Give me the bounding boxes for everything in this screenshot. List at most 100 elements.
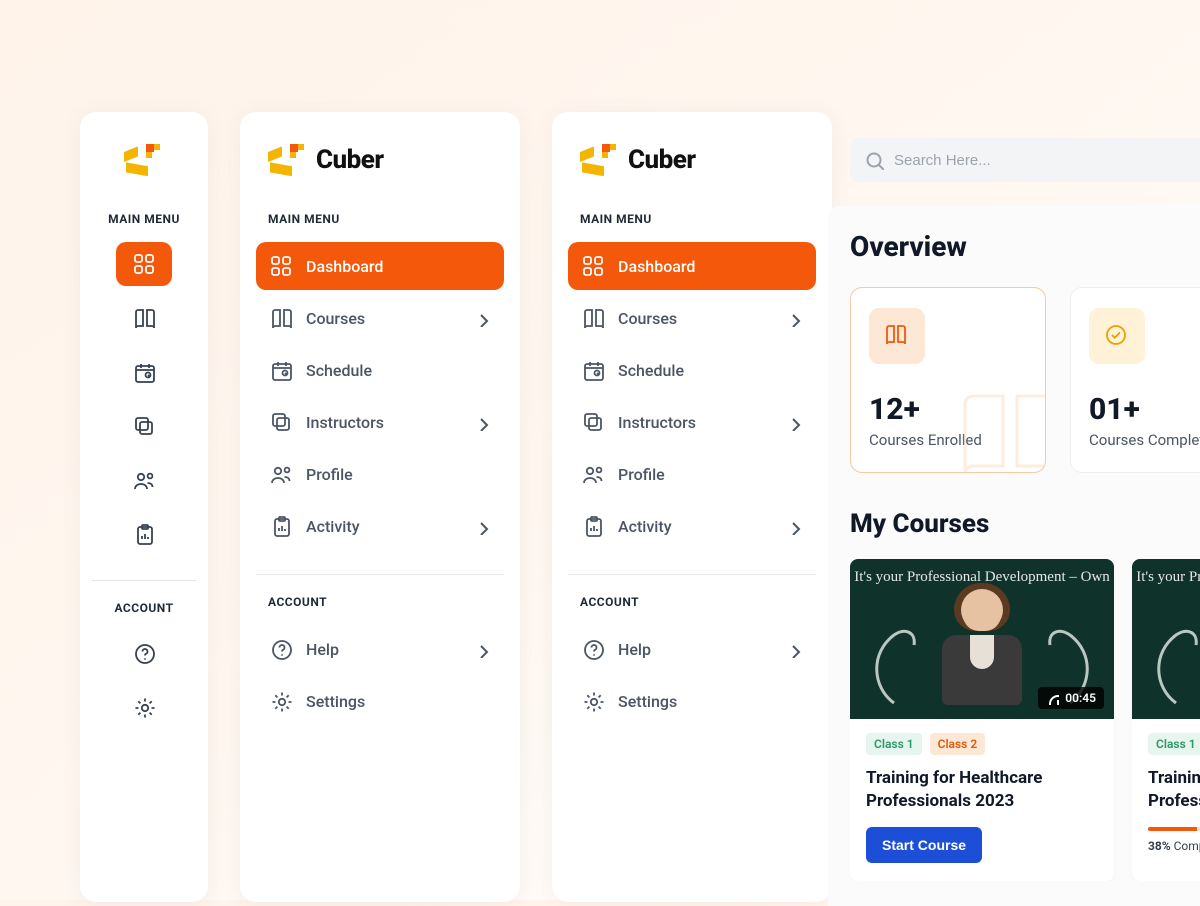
course-title: Training for Healthcare Professionals 20…	[1148, 767, 1200, 813]
sidebar-item-label: Instructors	[618, 413, 784, 432]
sidebar-item-activity[interactable]: Activity	[256, 502, 504, 550]
clip-icon	[582, 515, 604, 537]
book-decor-icon	[955, 390, 1046, 473]
sidebar-item-activity[interactable]	[116, 512, 172, 556]
logo-mark-icon	[580, 144, 620, 176]
course-title: Training for Healthcare Professionals 20…	[866, 767, 1098, 813]
duration-text: 00:45	[1065, 691, 1096, 705]
stat-card-enrolled[interactable]: 12+ Courses Enrolled	[850, 287, 1046, 473]
copy-icon	[270, 411, 292, 433]
sidebar-item-help[interactable]	[116, 631, 172, 675]
logo-mark-icon	[268, 144, 308, 176]
sidebar-item-instructors[interactable]	[116, 404, 172, 448]
check-circle-icon	[1089, 308, 1145, 364]
sidebar-item-schedule[interactable]: Schedule	[568, 346, 816, 394]
clip-icon	[270, 515, 292, 537]
clock-icon	[1046, 692, 1059, 705]
logo-mark-icon	[124, 144, 164, 176]
sidebar-collapsed: MAIN MENU ACCOUNT	[80, 112, 208, 902]
chevron-right-icon	[472, 413, 490, 431]
progress-suffix: Completed	[1171, 839, 1200, 853]
stat-card-completed[interactable]: 01+ Courses Completed	[1070, 287, 1200, 473]
my-courses-heading: My Courses	[850, 509, 1200, 539]
sidebar-item-profile[interactable]: Profile	[568, 450, 816, 498]
sidebar-item-dashboard[interactable]: Dashboard	[256, 242, 504, 290]
sidebar-item-label: Activity	[618, 517, 784, 536]
progress-percent: 38%	[1148, 839, 1171, 853]
main-menu-label: MAIN MENU	[268, 212, 504, 226]
brand-name: Cuber	[316, 145, 384, 175]
chevron-right-icon	[784, 309, 802, 327]
copy-icon	[582, 411, 604, 433]
course-progress: 38% Completed	[1148, 827, 1200, 853]
sidebar-item-help[interactable]: Help	[568, 625, 816, 673]
teacher-illustration	[932, 579, 1032, 719]
users-icon	[270, 463, 292, 485]
chevron-right-icon	[784, 517, 802, 535]
sidebar-item-label: Courses	[306, 309, 472, 328]
users-icon	[582, 463, 604, 485]
chevron-right-icon	[784, 413, 802, 431]
course-card[interactable]: It's your Professional Development – Own…	[850, 559, 1114, 881]
sidebar-item-label: Schedule	[618, 361, 802, 380]
chevron-right-icon	[472, 517, 490, 535]
sidebar-item-label: Courses	[618, 309, 784, 328]
account-label: ACCOUNT	[580, 595, 816, 609]
sidebar-item-label: Dashboard	[618, 257, 802, 276]
sidebar-item-label: Settings	[306, 692, 490, 711]
sidebar-item-help[interactable]: Help	[256, 625, 504, 673]
divider	[568, 574, 816, 575]
sidebar-item-settings[interactable]: Settings	[568, 677, 816, 725]
sidebar-item-label: Profile	[618, 465, 802, 484]
gear-icon	[270, 690, 292, 712]
chevron-right-icon	[784, 640, 802, 658]
grid-icon	[582, 255, 604, 277]
sidebar-item-label: Settings	[618, 692, 802, 711]
sidebar-item-courses[interactable]: Courses	[568, 294, 816, 342]
sidebar-item-instructors[interactable]: Instructors	[256, 398, 504, 446]
sidebar-item-label: Activity	[306, 517, 472, 536]
course-card[interactable]: It's your Professional Development – Own…	[1132, 559, 1200, 881]
stat-value: 01+	[1089, 392, 1200, 427]
sidebar-item-courses[interactable]: Courses	[256, 294, 504, 342]
help-icon	[270, 638, 292, 660]
sidebar-item-profile[interactable]: Profile	[256, 450, 504, 498]
sidebar-item-schedule[interactable]: Schedule	[256, 346, 504, 394]
search-input[interactable]	[894, 152, 1200, 169]
divider	[92, 580, 196, 581]
sidebar-item-label: Help	[618, 640, 784, 659]
sidebar-item-settings[interactable]	[116, 685, 172, 729]
sidebar-item-settings[interactable]: Settings	[256, 677, 504, 725]
gear-icon	[582, 690, 604, 712]
sidebar-item-activity[interactable]: Activity	[568, 502, 816, 550]
sidebar-item-dashboard[interactable]: Dashboard	[568, 242, 816, 290]
grid-icon	[270, 255, 292, 277]
stat-label: Courses Completed	[1089, 431, 1200, 449]
book-icon	[270, 307, 292, 329]
sidebar-expanded-2: Cuber MAIN MENU DashboardCoursesSchedule…	[552, 112, 832, 902]
book-icon	[582, 307, 604, 329]
sidebar-item-profile[interactable]	[116, 458, 172, 502]
divider	[256, 574, 504, 575]
chalkboard-text: It's your Professional Development – Own…	[1132, 569, 1200, 603]
sidebar-item-instructors[interactable]: Instructors	[568, 398, 816, 446]
brand-logo	[92, 144, 196, 176]
sidebar-item-label: Instructors	[306, 413, 472, 432]
sidebar-item-label: Dashboard	[306, 257, 490, 276]
book-icon	[869, 308, 925, 364]
sidebar-expanded-1: Cuber MAIN MENU Dashboard Courses Schedule…	[240, 112, 520, 902]
course-thumbnail: It's your Professional Development – Own…	[850, 559, 1114, 719]
chevron-right-icon	[472, 309, 490, 327]
sidebar-item-schedule[interactable]	[116, 350, 172, 394]
brand-logo: Cuber	[256, 144, 504, 176]
search-bar[interactable]	[850, 138, 1200, 182]
main-menu-label: MAIN MENU	[92, 212, 196, 226]
class-chip: Class 1	[866, 733, 922, 755]
overview-heading: Overview	[850, 230, 1200, 263]
brand-name: Cuber	[628, 145, 696, 175]
sidebar-item-courses[interactable]	[116, 296, 172, 340]
class-chip: Class 2	[930, 733, 986, 755]
start-course-button[interactable]: Start Course	[866, 827, 982, 863]
sidebar-item-dashboard[interactable]	[116, 242, 172, 286]
content-area: Overview 12+ Courses Enrolled 01+ Course…	[828, 206, 1200, 906]
